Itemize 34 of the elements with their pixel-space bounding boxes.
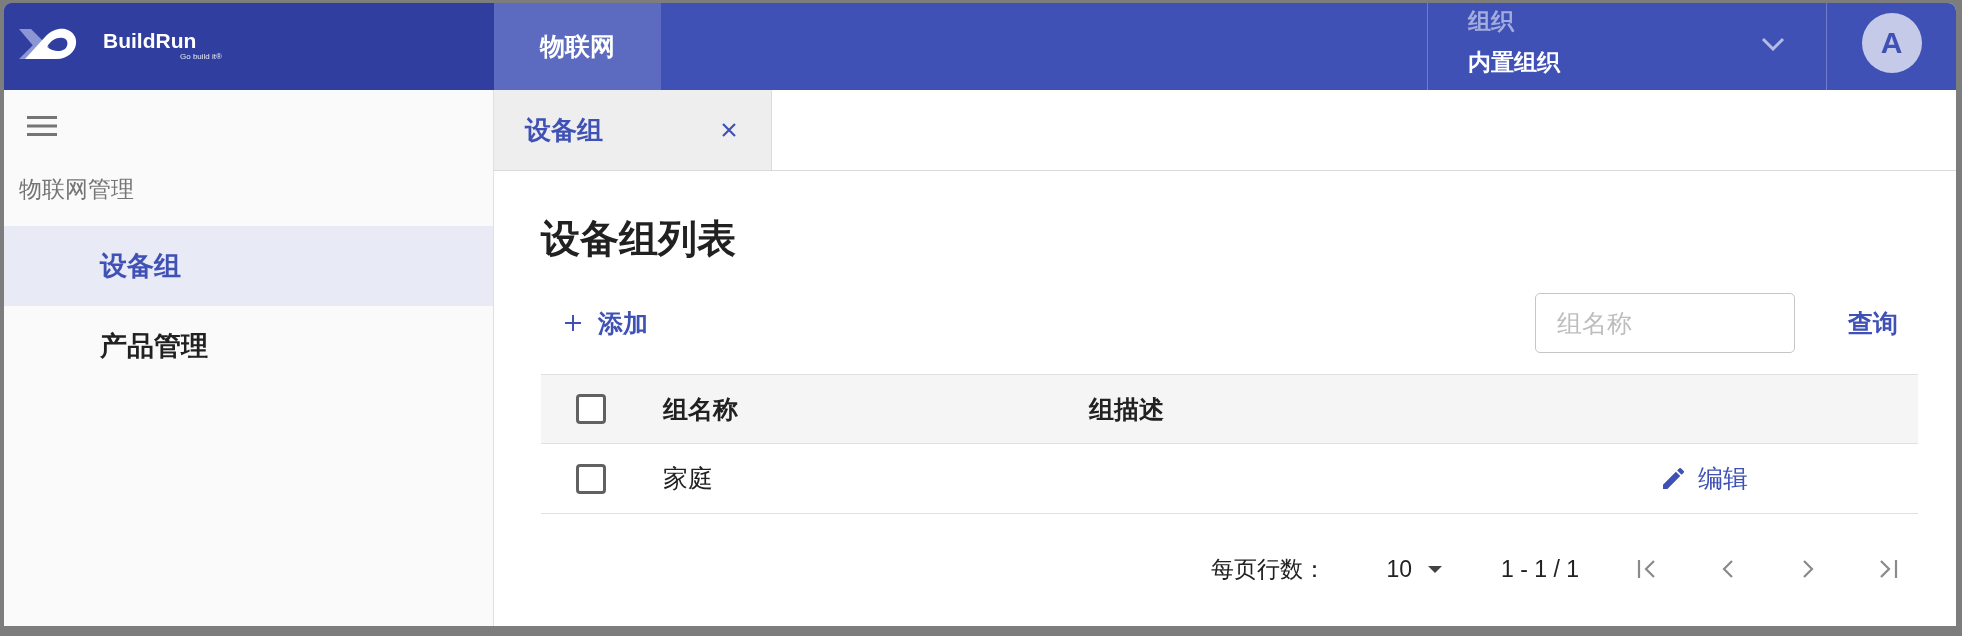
org-label: 组织 [1468,7,1514,35]
menu-icon[interactable] [27,116,57,136]
sidebar-item[interactable]: 产品管理 [4,306,493,386]
add-button[interactable]: 添加 [541,297,668,349]
pencil-icon [1663,468,1684,489]
rows-per-page-label: 每页行数： [1211,554,1327,584]
table-cell-text: 家庭 [663,463,713,494]
query-button[interactable]: 查询 [1828,297,1918,349]
rows-per-page-select[interactable]: 10 [1386,555,1442,583]
page-range-text: 1 - 1 / 1 [1501,555,1579,583]
search-field[interactable]: 组名称 [1535,293,1795,353]
close-icon[interactable] [722,123,736,137]
caret-down-icon [1428,565,1442,573]
last-page-icon[interactable] [1878,559,1898,579]
page-title: 设备组列表 [541,216,736,262]
brand-name: BuildRun [103,29,197,52]
avatar[interactable]: A [1861,12,1922,73]
first-page-icon[interactable] [1637,559,1657,579]
chevron-down-icon[interactable] [1761,36,1785,51]
brand-tagline: Go build it® [180,51,222,62]
tab[interactable]: 设备组 [494,90,772,170]
edit-button[interactable]: 编辑 [1663,462,1748,495]
column-header: 组描述 [1089,393,1164,425]
chevron-left-icon[interactable] [1722,559,1734,579]
column-header: 组名称 [663,393,738,425]
logo-icon [19,26,77,61]
module-tab[interactable]: 物联网 [494,3,661,90]
chevron-right-icon[interactable] [1802,559,1814,579]
sidebar-section-title: 物联网管理 [19,175,134,203]
org-value[interactable]: 内置组织 [1468,48,1560,76]
row-checkbox[interactable] [576,463,606,494]
plus-icon [565,315,581,331]
select-all-checkbox[interactable] [576,394,606,424]
sidebar-item[interactable]: 设备组 [4,226,493,306]
